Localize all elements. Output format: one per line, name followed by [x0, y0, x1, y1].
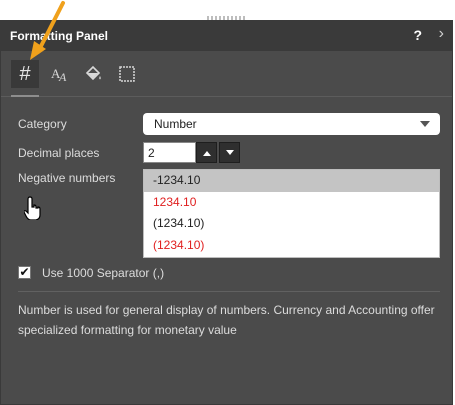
hand-cursor-icon — [24, 196, 41, 220]
border-tab[interactable] — [113, 60, 141, 88]
negative-numbers-list[interactable]: -1234.10 1234.10 (1234.10) (1234.10) — [143, 169, 440, 258]
decrement-button[interactable] — [219, 142, 240, 163]
separator-checkbox[interactable]: ✔ — [18, 266, 31, 279]
negative-option[interactable]: -1234.10 — [144, 170, 439, 192]
format-description: Number is used for general display of nu… — [18, 303, 435, 337]
category-select[interactable]: Number — [143, 113, 440, 135]
svg-text:A: A — [58, 70, 67, 84]
decimal-places-input[interactable]: 2 — [143, 142, 196, 163]
chevron-down-icon — [420, 121, 430, 127]
help-icon[interactable]: ? — [413, 27, 422, 43]
category-label: Category — [18, 117, 67, 131]
border-icon — [119, 66, 135, 82]
divider — [18, 291, 440, 292]
paint-bucket-icon — [85, 65, 101, 81]
decimal-places-label: Decimal places — [18, 146, 100, 160]
chevron-right-icon[interactable]: › — [439, 25, 444, 43]
negative-option[interactable]: (1234.10) — [144, 235, 439, 257]
increment-button[interactable] — [196, 142, 217, 163]
fill-color-tab[interactable] — [79, 60, 107, 88]
formatting-panel: Formatting Panel ? › # A A Category Numb… — [0, 20, 453, 405]
annotation-arrow-icon — [30, 1, 65, 60]
negative-numbers-label: Negative numbers — [18, 171, 116, 185]
caret-down-icon — [225, 149, 234, 155]
negative-option[interactable]: (1234.10) — [144, 213, 439, 235]
category-value: Number — [154, 117, 197, 131]
caret-up-icon — [202, 150, 211, 156]
negative-option[interactable]: 1234.10 — [144, 192, 439, 214]
separator-label: Use 1000 Separator (,) — [42, 266, 165, 280]
